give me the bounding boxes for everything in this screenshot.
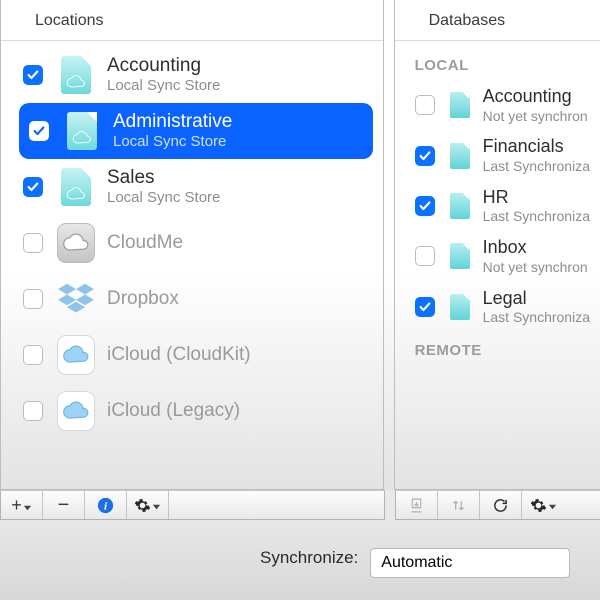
- dropbox-icon: [57, 277, 95, 321]
- synchronize-label: Synchronize:: [260, 548, 358, 568]
- databases-list[interactable]: LOCAL Accounting Not yet synchron Financ…: [395, 41, 600, 489]
- list-item-title: Financials: [483, 136, 590, 158]
- databases-header: Databases: [395, 0, 600, 41]
- checkbox[interactable]: [29, 121, 49, 141]
- location-row[interactable]: iCloud (Legacy): [1, 383, 383, 439]
- swap-button[interactable]: [438, 491, 480, 519]
- locations-header: Locations: [1, 0, 383, 41]
- checkbox[interactable]: [415, 95, 435, 115]
- list-item-subtitle: Not yet synchron: [483, 259, 588, 276]
- database-icon: [447, 89, 473, 121]
- locations-panel: Locations Accounting Local Sync Store Ad…: [0, 0, 384, 490]
- location-row[interactable]: Accounting Local Sync Store: [1, 47, 383, 103]
- list-item-title: HR: [483, 187, 590, 209]
- list-item-subtitle: Local Sync Store: [107, 77, 220, 95]
- list-item-title: iCloud (Legacy): [107, 400, 240, 423]
- list-item-title: Accounting: [107, 55, 220, 78]
- info-button[interactable]: i: [85, 491, 127, 519]
- checkbox[interactable]: [23, 401, 43, 421]
- checkbox[interactable]: [415, 297, 435, 317]
- list-item-subtitle: Last Synchroniza: [483, 158, 590, 175]
- gear-button[interactable]: [127, 491, 169, 519]
- locations-toolbar: + − i: [0, 490, 385, 520]
- add-button[interactable]: +: [1, 491, 43, 519]
- list-item-title: Accounting: [483, 86, 588, 108]
- list-item-title: Inbox: [483, 237, 588, 259]
- location-row[interactable]: iCloud (CloudKit): [1, 327, 383, 383]
- databases-panel: Databases LOCAL Accounting Not yet synch…: [394, 0, 600, 490]
- section-remote: REMOTE: [395, 332, 600, 365]
- checkbox[interactable]: [23, 289, 43, 309]
- database-row[interactable]: Accounting Not yet synchron: [395, 80, 600, 130]
- database-icon: [447, 291, 473, 323]
- checkbox[interactable]: [23, 65, 43, 85]
- refresh-button[interactable]: [480, 491, 522, 519]
- list-item-subtitle: Last Synchroniza: [483, 208, 590, 225]
- main-panels: Locations Accounting Local Sync Store Ad…: [0, 0, 600, 490]
- checkbox[interactable]: [23, 233, 43, 253]
- database-row[interactable]: Inbox Not yet synchron: [395, 231, 600, 281]
- list-item-title: Sales: [107, 167, 220, 190]
- location-row[interactable]: Dropbox: [1, 271, 383, 327]
- databases-toolbar: [395, 490, 600, 520]
- locations-list[interactable]: Accounting Local Sync Store Administrati…: [1, 41, 383, 489]
- icloud-icon: [57, 389, 95, 433]
- checkbox[interactable]: [415, 146, 435, 166]
- location-row[interactable]: Sales Local Sync Store: [1, 159, 383, 215]
- synchronize-select[interactable]: Automatic: [370, 548, 570, 578]
- synchronize-value: Automatic: [381, 554, 452, 572]
- database-icon: [447, 190, 473, 222]
- database-row[interactable]: HR Last Synchroniza: [395, 181, 600, 231]
- location-row[interactable]: CloudMe: [1, 215, 383, 271]
- cloud-doc-icon: [57, 165, 95, 209]
- gear-button-db[interactable]: [522, 491, 564, 519]
- download-button[interactable]: [396, 491, 438, 519]
- cloud-doc-icon: [63, 109, 101, 153]
- list-item-subtitle: Not yet synchron: [483, 108, 588, 125]
- list-item-subtitle: Last Synchroniza: [483, 309, 590, 326]
- list-item-subtitle: Local Sync Store: [113, 133, 232, 151]
- remove-button[interactable]: −: [43, 491, 85, 519]
- cloudme-icon: [57, 221, 95, 265]
- list-item-subtitle: Local Sync Store: [107, 189, 220, 207]
- list-item-title: iCloud (CloudKit): [107, 344, 251, 367]
- list-item-title: Legal: [483, 288, 590, 310]
- database-icon: [447, 240, 473, 272]
- toolbars: + − i: [0, 490, 600, 520]
- list-item-title: CloudMe: [107, 232, 183, 255]
- cloud-doc-icon: [57, 53, 95, 97]
- checkbox[interactable]: [415, 196, 435, 216]
- checkbox[interactable]: [23, 345, 43, 365]
- icloud-icon: [57, 333, 95, 377]
- database-icon: [447, 140, 473, 172]
- list-item-title: Administrative: [113, 111, 232, 134]
- database-row[interactable]: Legal Last Synchroniza: [395, 282, 600, 332]
- list-item-title: Dropbox: [107, 288, 179, 311]
- database-row[interactable]: Financials Last Synchroniza: [395, 130, 600, 180]
- section-local: LOCAL: [395, 47, 600, 80]
- location-row[interactable]: Administrative Local Sync Store: [19, 103, 373, 159]
- checkbox[interactable]: [23, 177, 43, 197]
- checkbox[interactable]: [415, 246, 435, 266]
- footer-bar: Synchronize: Automatic: [0, 520, 600, 600]
